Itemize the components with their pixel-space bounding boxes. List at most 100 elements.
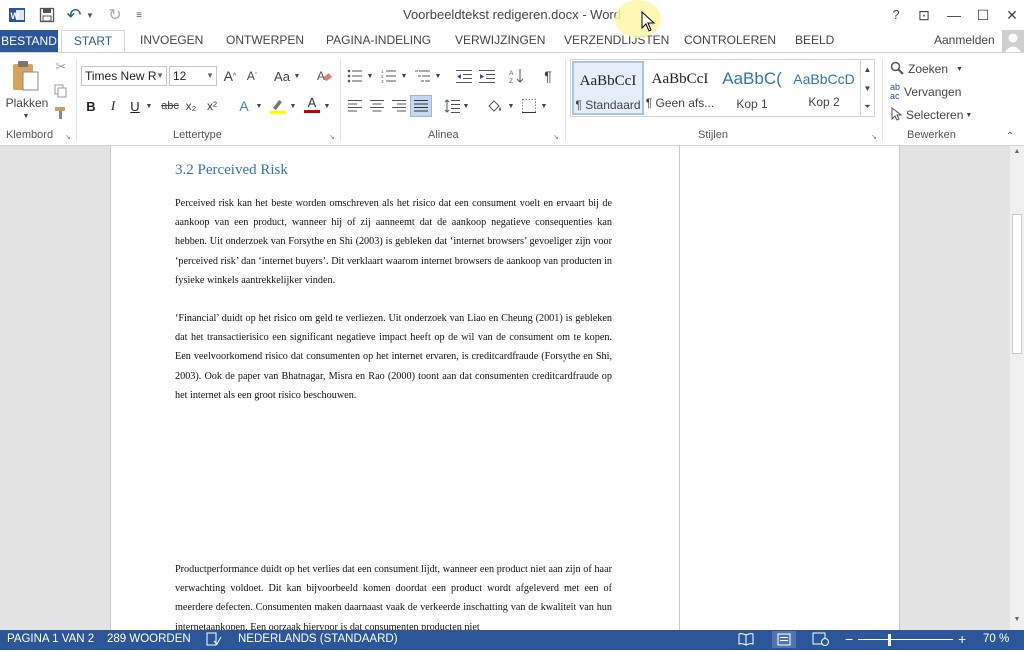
style-heading-1[interactable]: AaBbC( Kop 1 <box>716 61 788 115</box>
tab-insert[interactable]: INVOEGEN <box>140 33 203 47</box>
shading-icon[interactable] <box>485 97 505 115</box>
numbering-dropdown-icon[interactable]: ▼ <box>400 71 408 81</box>
word-count[interactable]: 289 WOORDEN <box>107 633 191 645</box>
format-painter-icon[interactable] <box>53 105 69 121</box>
document-page[interactable]: 3.2 Perceived Risk Perceived risk kan he… <box>110 146 900 630</box>
multilevel-dropdown-icon[interactable]: ▼ <box>434 71 442 81</box>
print-layout-icon[interactable] <box>772 631 796 648</box>
tab-references[interactable]: VERWIJZINGEN <box>455 33 545 47</box>
increase-indent-icon[interactable] <box>478 67 496 85</box>
tab-view[interactable]: BEELD <box>795 33 834 47</box>
zoom-slider-track[interactable] <box>858 639 953 640</box>
font-color-swatch <box>304 110 320 113</box>
paste-button[interactable]: Plakken <box>4 95 50 111</box>
styles-more-icon[interactable]: ⏷ <box>860 98 874 116</box>
align-right-icon[interactable] <box>390 97 408 115</box>
style-name: Kop 2 <box>808 95 840 109</box>
proofing-icon[interactable] <box>206 632 222 649</box>
highlight-color-icon[interactable] <box>268 97 288 115</box>
vertical-scrollbar[interactable]: ▲ ▼ <box>1010 146 1024 630</box>
zoom-level[interactable]: 70 % <box>983 633 1009 645</box>
scroll-down-icon[interactable]: ▼ <box>1012 616 1022 626</box>
shading-dropdown-icon[interactable]: ▼ <box>507 101 515 111</box>
bullets-dropdown-icon[interactable]: ▼ <box>366 71 374 81</box>
read-mode-icon[interactable] <box>738 632 754 649</box>
subscript-button[interactable]: x₂ <box>183 97 199 115</box>
numbering-icon[interactable]: 123 <box>380 67 398 85</box>
tab-page-layout[interactable]: PAGINA-INDELING <box>326 33 431 47</box>
sign-in-link[interactable]: Aanmelden <box>934 33 995 47</box>
borders-icon[interactable] <box>520 97 538 115</box>
styles-launcher-icon[interactable]: ↘ <box>870 133 878 141</box>
shrink-font-button[interactable]: Aˇ <box>243 67 261 85</box>
font-size-combo[interactable]: 12 ▼ <box>169 66 217 86</box>
superscript-button[interactable]: x² <box>204 97 220 115</box>
paste-icon[interactable] <box>8 59 44 93</box>
select-button[interactable]: Selecteren ▼ <box>890 106 976 124</box>
decrease-indent-icon[interactable] <box>455 67 473 85</box>
tab-file[interactable]: BESTAND <box>0 30 58 52</box>
minimize-button[interactable]: — <box>942 4 966 26</box>
cut-icon[interactable]: ✂ <box>53 59 69 75</box>
change-case-dropdown-icon[interactable]: ▼ <box>293 71 301 81</box>
clear-formatting-icon[interactable]: A <box>314 67 334 85</box>
clipboard-launcher-icon[interactable]: ↘ <box>64 133 72 141</box>
paragraph-2[interactable]: ‘Financial’ duidt op het risico om geld … <box>175 309 612 405</box>
sort-icon[interactable]: AZ <box>508 67 526 85</box>
find-button[interactable]: Zoeken ▼ <box>890 60 970 78</box>
language-indicator[interactable]: NEDERLANDS (STANDAARD) <box>238 633 398 645</box>
copy-icon[interactable] <box>53 83 69 99</box>
align-left-icon[interactable] <box>346 97 364 115</box>
style-no-spacing[interactable]: AaBbCcI ¶ Geen afs... <box>644 61 716 115</box>
strikethrough-button[interactable]: abc <box>160 97 180 115</box>
section-heading[interactable]: 3.2 Perceived Risk <box>175 162 288 179</box>
scrollbar-thumb[interactable] <box>1012 214 1022 354</box>
font-launcher-icon[interactable]: ↘ <box>328 133 336 141</box>
line-spacing-dropdown-icon[interactable]: ▼ <box>462 101 470 111</box>
multilevel-list-icon[interactable] <box>414 67 432 85</box>
highlight-dropdown-icon[interactable]: ▼ <box>289 101 297 111</box>
underline-button[interactable]: U <box>128 97 142 115</box>
tab-start[interactable]: START <box>61 30 125 52</box>
replace-button[interactable]: ab ac Vervangen <box>890 83 970 101</box>
borders-dropdown-icon[interactable]: ▼ <box>540 101 548 111</box>
help-button[interactable]: ? <box>884 4 908 26</box>
text-effects-button[interactable]: A <box>236 97 252 115</box>
collapse-ribbon-icon[interactable]: ⌃ <box>1004 131 1016 142</box>
text-effects-dropdown-icon[interactable]: ▼ <box>255 101 263 111</box>
justify-icon[interactable] <box>410 95 432 117</box>
paragraph-1[interactable]: Perceived risk kan het beste worden omsc… <box>175 194 612 290</box>
align-center-icon[interactable] <box>368 97 386 115</box>
styles-scroll-up-icon[interactable]: ▲ <box>860 60 874 78</box>
styles-scroll-down-icon[interactable]: ▼ <box>860 79 874 97</box>
grow-font-button[interactable]: A ^ <box>221 67 239 85</box>
italic-button[interactable]: I <box>106 97 120 115</box>
change-case-button[interactable]: Aa <box>271 67 293 85</box>
paste-dropdown-icon[interactable]: ▼ <box>20 111 32 121</box>
close-button[interactable]: ✕ <box>1000 4 1024 26</box>
underline-dropdown-icon[interactable]: ▼ <box>145 101 153 111</box>
style-normal[interactable]: AaBbCcI ¶ Standaard <box>572 61 644 115</box>
font-color-dropdown-icon[interactable]: ▼ <box>323 101 331 111</box>
show-marks-button[interactable]: ¶ <box>539 67 557 85</box>
scroll-up-icon[interactable]: ▲ <box>1012 148 1022 158</box>
ribbon-display-options-icon[interactable]: ⊡ <box>912 4 936 26</box>
style-heading-2[interactable]: AaBbCcD Kop 2 <box>788 61 860 115</box>
maximize-button[interactable]: ☐ <box>971 4 995 26</box>
user-avatar[interactable] <box>1002 30 1024 52</box>
bullets-icon[interactable] <box>346 67 364 85</box>
zoom-out-button[interactable]: − <box>845 631 853 647</box>
zoom-slider-thumb[interactable] <box>888 634 891 646</box>
zoom-in-button[interactable]: + <box>958 631 966 647</box>
web-layout-icon[interactable] <box>812 632 830 649</box>
paragraph-launcher-icon[interactable]: ↘ <box>552 133 560 141</box>
style-sample: AaBbCcD <box>793 71 855 87</box>
line-spacing-icon[interactable] <box>443 97 461 115</box>
paragraph-3[interactable]: Productperformance duidt op het verlies … <box>175 560 612 630</box>
font-name-combo[interactable]: Times New R ▼ <box>81 66 167 86</box>
bold-button[interactable]: B <box>84 97 98 115</box>
tab-design[interactable]: ONTWERPEN <box>226 33 304 47</box>
tab-review[interactable]: CONTROLEREN <box>684 33 776 47</box>
page-indicator[interactable]: PAGINA 1 VAN 2 <box>7 633 94 645</box>
font-color-button[interactable]: A <box>303 95 321 113</box>
